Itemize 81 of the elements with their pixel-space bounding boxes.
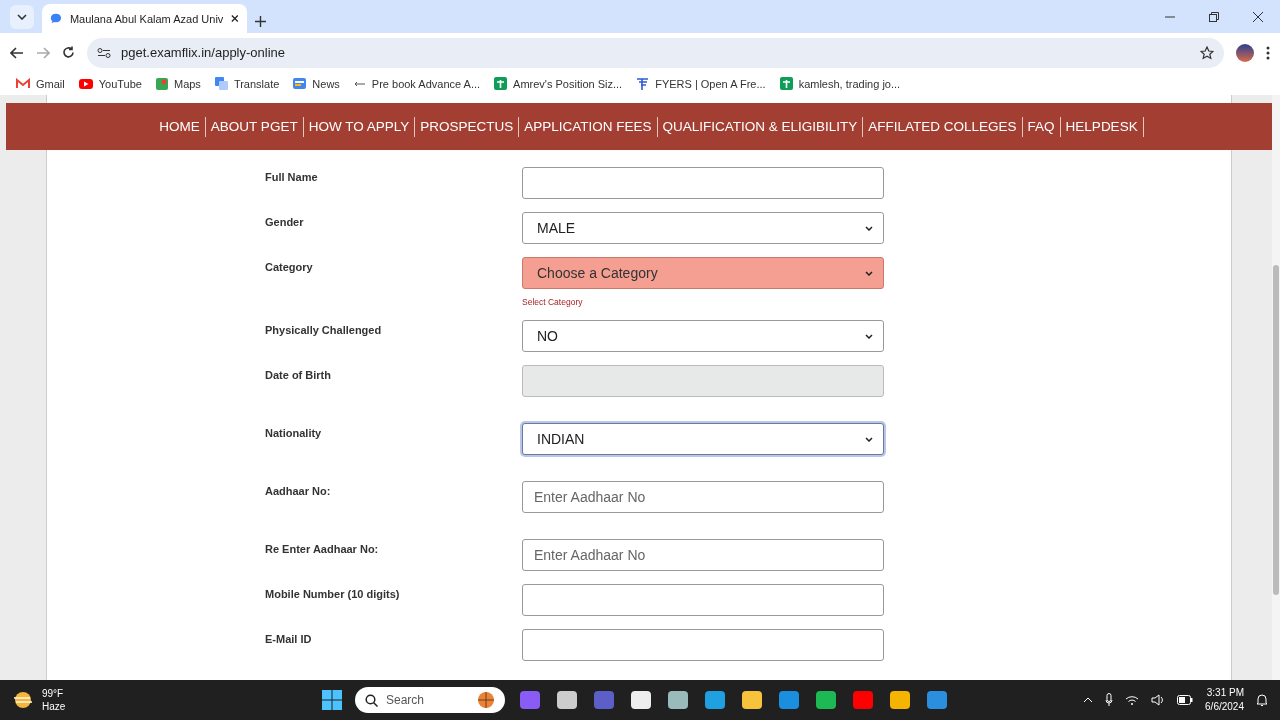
field-label: E-Mail ID xyxy=(265,632,313,647)
field-label: Date of Birth xyxy=(265,368,332,383)
star-icon[interactable] xyxy=(1200,45,1214,60)
bookmark[interactable]: News xyxy=(293,77,340,90)
battery-icon[interactable] xyxy=(1177,695,1194,705)
chevron-up-icon[interactable] xyxy=(1083,697,1094,703)
arrow-icon xyxy=(353,80,366,87)
input-field[interactable]: Enter Aadhaar No xyxy=(522,481,884,513)
nav-link[interactable]: HOW TO APPLY xyxy=(303,116,416,137)
speech-bubble-icon xyxy=(50,12,62,25)
nav-link[interactable]: FAQ xyxy=(1022,116,1061,137)
browser-tab[interactable]: Maulana Abul Kalam Azad Univ xyxy=(42,4,247,33)
nav-link[interactable]: AFFILATED COLLEGES xyxy=(863,116,1023,137)
field-label: Nationality xyxy=(265,426,323,441)
nav-link[interactable]: ABOUT PGET xyxy=(205,116,304,137)
bookmark[interactable]: kamlesh, trading jo... xyxy=(779,77,901,90)
chevron-down-icon xyxy=(865,333,873,339)
temperature: 99°F xyxy=(42,687,65,700)
reload-icon[interactable] xyxy=(62,46,75,59)
scrollbar[interactable] xyxy=(1272,95,1280,680)
bookmark[interactable]: Maps xyxy=(155,77,201,90)
newspaper-icon xyxy=(293,78,307,89)
input-field[interactable]: Enter Aadhaar No xyxy=(522,539,884,571)
chevron-down-icon xyxy=(865,225,873,231)
dropdown[interactable]: INDIAN xyxy=(522,423,884,455)
close-icon[interactable] xyxy=(1253,11,1263,22)
bookmark[interactable]: YouTube xyxy=(78,77,142,90)
basketball-icon xyxy=(477,691,495,709)
spreadsheet-icon xyxy=(494,77,508,90)
wifi-icon[interactable] xyxy=(1125,695,1140,705)
taskbar-search[interactable]: Search xyxy=(355,687,505,713)
field-label: Full Name xyxy=(265,170,319,185)
dropdown[interactable]: Choose a Category xyxy=(522,257,884,289)
tab-title: Maulana Abul Kalam Azad Univ xyxy=(69,12,224,25)
bookmark[interactable]: Translate xyxy=(214,77,280,90)
weather-condition: Haze xyxy=(42,700,66,713)
nav-link[interactable]: QUALIFICATION & ELIGIBILITY xyxy=(657,116,864,137)
field-label: Category xyxy=(265,260,314,275)
windows-logo-icon[interactable] xyxy=(322,690,342,710)
clock-date[interactable]: 6/6/2024 xyxy=(1205,700,1244,714)
nav-link[interactable]: APPLICATION FEES xyxy=(519,116,658,137)
site-settings-icon xyxy=(97,47,111,58)
map-pin-icon xyxy=(155,77,168,90)
profile-avatar[interactable] xyxy=(1236,43,1254,62)
bell-icon[interactable] xyxy=(1256,693,1268,707)
menu-icon[interactable] xyxy=(1266,45,1270,60)
field-label: Physically Challenged xyxy=(265,323,383,338)
nav-link[interactable]: PROSPECTUS xyxy=(415,116,520,137)
input-field[interactable] xyxy=(522,167,884,199)
bookmark[interactable]: FYERS | Open A Fre... xyxy=(636,77,766,90)
bookmark[interactable]: Amrev's Position Siz... xyxy=(494,77,623,90)
field-label: Mobile Number (10 digits) xyxy=(265,587,401,602)
translate-icon xyxy=(214,77,228,90)
nav-link[interactable]: HELPDESK xyxy=(1060,116,1144,137)
chevron-down-icon xyxy=(17,14,27,20)
clock-time[interactable]: 3:31 PM xyxy=(1205,686,1244,700)
sun-haze-icon xyxy=(12,691,34,709)
microphone-icon[interactable] xyxy=(1105,693,1114,707)
bookmark[interactable]: Gmail xyxy=(16,77,65,90)
dropdown[interactable]: MALE xyxy=(522,212,884,244)
back-arrow-icon[interactable] xyxy=(10,46,24,59)
chevron-down-icon xyxy=(865,270,873,276)
address-bar[interactable]: pget.examflix.in/apply-online xyxy=(87,37,1224,68)
nav-link[interactable]: HOME xyxy=(154,116,206,137)
new-tab-icon[interactable] xyxy=(255,16,266,27)
input-field[interactable] xyxy=(522,584,884,616)
field-label: Re Enter Aadhaar No: xyxy=(265,542,380,557)
bookmark[interactable]: Pre book Advance A... xyxy=(353,77,481,90)
restore-icon[interactable] xyxy=(1209,11,1219,22)
tab-list-button[interactable] xyxy=(10,5,34,29)
field-label: Gender xyxy=(265,215,305,230)
dropdown[interactable]: NO xyxy=(522,320,884,352)
speaker-icon[interactable] xyxy=(1151,694,1166,706)
field-label: Aadhaar No: xyxy=(265,484,332,499)
spreadsheet-icon xyxy=(779,77,793,90)
chevron-down-icon xyxy=(865,436,873,442)
search-icon xyxy=(365,693,378,707)
input-field[interactable] xyxy=(522,629,884,661)
close-icon[interactable] xyxy=(231,14,239,23)
error-message: Select Category xyxy=(522,297,584,307)
logo-icon xyxy=(636,77,650,90)
